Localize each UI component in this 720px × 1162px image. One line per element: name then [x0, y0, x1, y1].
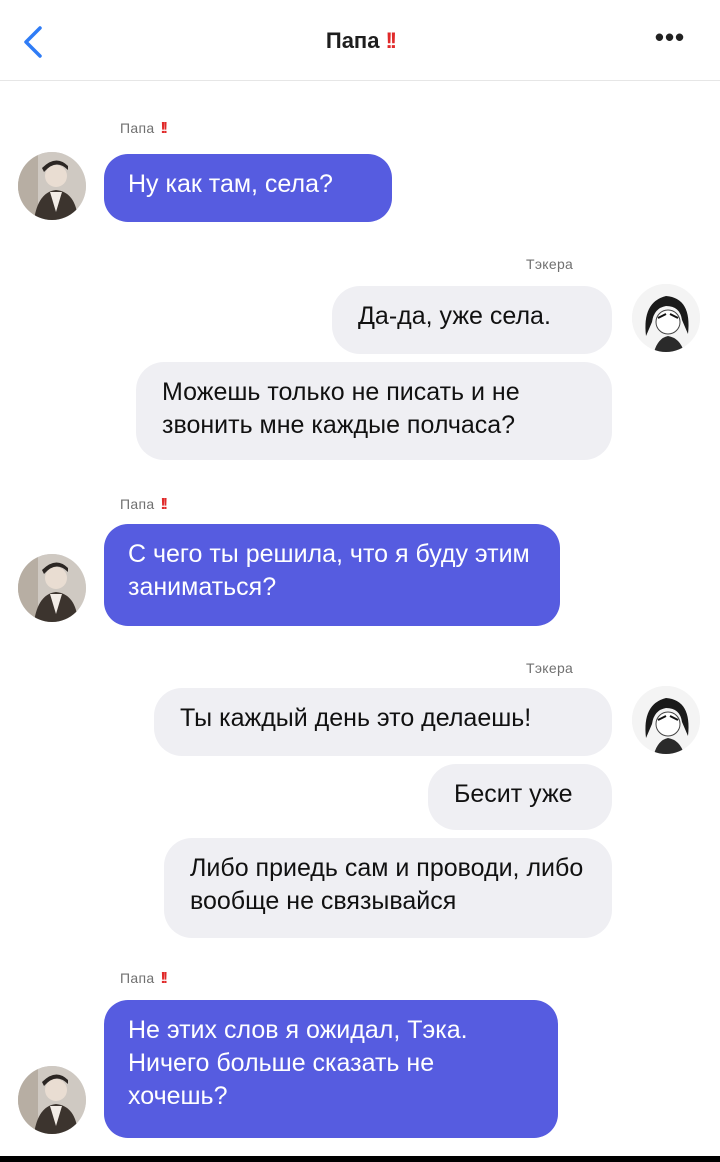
sender-name-dad: Папа!!: [120, 970, 168, 988]
sender-name-me: Тэкера: [526, 660, 574, 676]
message-text: Ну как там, села?: [128, 170, 333, 198]
message-bubble-dad[interactable]: Ну как там, села?: [104, 154, 392, 222]
avatar-me-image: [632, 686, 700, 754]
sender-name-text: Папа: [120, 496, 155, 512]
avatar-dad[interactable]: [18, 152, 86, 220]
sender-badge: !!: [160, 120, 167, 137]
message-bubble-dad[interactable]: С чего ты решила, что я буду этим занима…: [104, 524, 560, 626]
sender-badge: !!: [160, 970, 167, 987]
avatar-dad-image: [18, 554, 86, 622]
avatar-dad-image: [18, 1066, 86, 1134]
more-options-button[interactable]: •••: [648, 22, 692, 58]
sender-name-text: Папа: [120, 970, 155, 986]
message-text: Ты каждый день это делаешь!: [180, 704, 532, 732]
sender-name-dad: Папа!!: [120, 496, 168, 514]
avatar-me-image: [632, 284, 700, 352]
avatar-dad[interactable]: [18, 1066, 86, 1134]
chat-header: Папа!! •••: [0, 0, 720, 81]
message-bubble-me[interactable]: Можешь только не писать и не звонить мне…: [136, 362, 612, 460]
message-bubble-me[interactable]: Да-да, уже села.: [332, 286, 612, 354]
message-bubble-dad[interactable]: Не этих слов я ожидал, Тэка. Ничего боль…: [104, 1000, 558, 1138]
sender-name-text: Папа: [120, 120, 155, 136]
message-text: Не этих слов я ожидал, Тэка. Ничего боль…: [128, 1016, 468, 1110]
message-bubble-me[interactable]: Ты каждый день это делаешь!: [154, 688, 612, 756]
avatar-dad-image: [18, 152, 86, 220]
sender-name-dad: Папа!!: [120, 120, 168, 138]
message-text: Можешь только не писать и не звонить мне…: [162, 378, 520, 439]
chat-title-text: Папа: [325, 28, 380, 53]
message-text: Либо приедь сам и проводи, либо вообще н…: [190, 854, 584, 915]
message-text: Бесит уже: [454, 780, 573, 808]
chat-title-badge: !!: [385, 28, 397, 53]
message-text: Да-да, уже села.: [358, 302, 551, 330]
avatar-me[interactable]: [632, 284, 700, 352]
message-bubble-me[interactable]: Либо приедь сам и проводи, либо вообще н…: [164, 838, 612, 938]
message-text: С чего ты решила, что я буду этим занима…: [128, 540, 530, 601]
bottom-edge: [0, 1156, 720, 1162]
avatar-me[interactable]: [632, 686, 700, 754]
sender-name-me: Тэкера: [526, 256, 574, 272]
message-bubble-me[interactable]: Бесит уже: [428, 764, 612, 830]
chat-title: Папа!!: [0, 28, 720, 54]
avatar-dad[interactable]: [18, 554, 86, 622]
sender-badge: !!: [160, 496, 167, 513]
